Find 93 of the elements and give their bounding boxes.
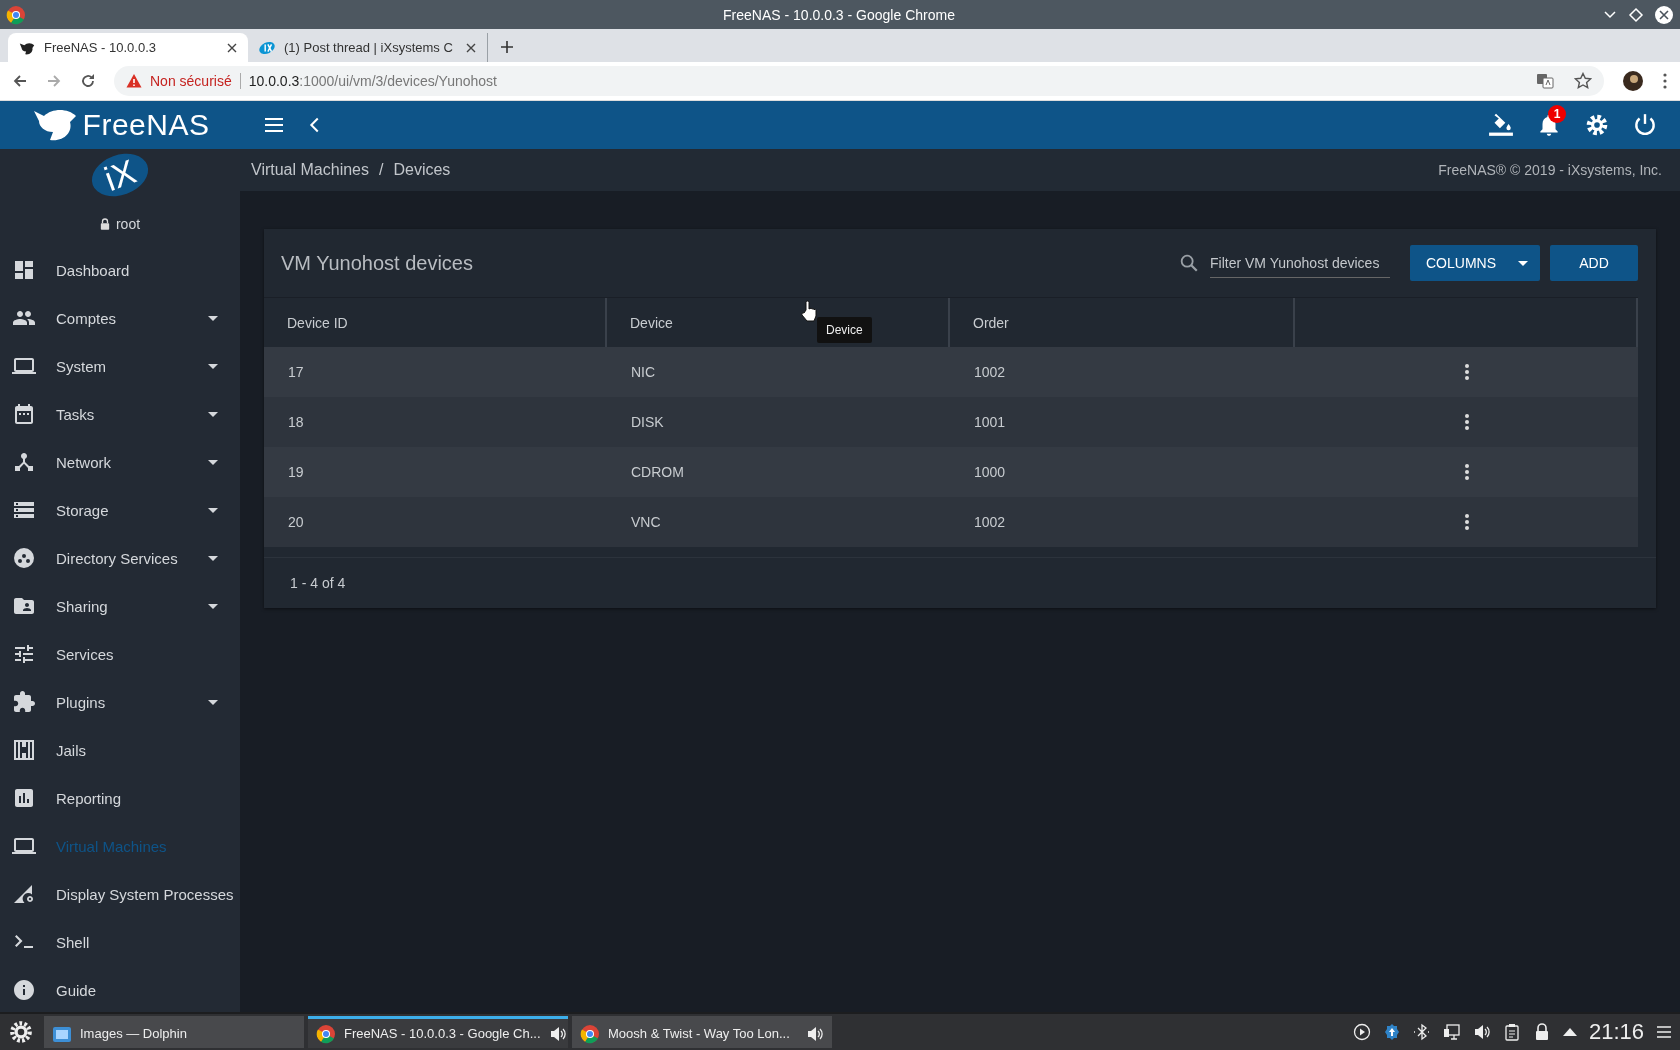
chrome-icon [580, 1023, 600, 1044]
sidebar-item[interactable]: Plugins [0, 678, 240, 726]
info-icon [12, 978, 36, 1002]
network-icon[interactable] [1442, 1023, 1461, 1041]
menu-icon[interactable] [1662, 72, 1668, 90]
taskbar-task[interactable]: Images — Dolphin [44, 1016, 304, 1048]
caret-icon [1518, 260, 1528, 266]
update-icon[interactable] [1382, 1023, 1401, 1041]
table-cell-text: 19 [287, 464, 305, 480]
breadcrumb-separator: / [379, 161, 384, 179]
sidebar-item[interactable]: Display System Processes [0, 870, 240, 918]
sliders-icon [12, 642, 36, 666]
table-cell-text: 1001 [973, 414, 1007, 430]
breadcrumb-link[interactable]: Virtual Machines [251, 161, 369, 179]
table-cell-text: 1002 [973, 514, 1007, 530]
table-cell-text: 17 [287, 364, 305, 380]
address-field[interactable]: Non sécurisé 10.0.0.3:1000/ui/vm/3/devices/Yunohost [114, 66, 1604, 96]
table-cell-text: NIC [630, 364, 657, 380]
table-cell-text: 18 [287, 414, 305, 430]
security-label: Non sécurisé [150, 73, 232, 89]
reload-icon[interactable] [80, 73, 96, 89]
filter-field[interactable]: Filter VM Yunohost devices [1210, 248, 1390, 278]
network-icon [12, 450, 36, 474]
avatar[interactable] [1622, 70, 1644, 92]
close-icon[interactable] [465, 41, 477, 54]
hand-cursor-icon [800, 300, 818, 322]
paint-bucket-icon[interactable] [1488, 112, 1514, 138]
power-icon[interactable] [1632, 112, 1658, 138]
sidebar-item[interactable]: Storage [0, 486, 240, 534]
close-icon[interactable] [1654, 4, 1674, 25]
sidebar-item[interactable]: Services [0, 630, 240, 678]
table-cell-text: VNC [630, 514, 662, 530]
translate-icon[interactable] [1536, 72, 1554, 90]
card-title: VM Yunohost devices [281, 251, 473, 275]
sidebar-item[interactable]: Shell [0, 918, 240, 966]
sidebar-item[interactable]: Comptes [0, 294, 240, 342]
sidebar-item[interactable]: Guide [0, 966, 240, 1014]
chrome-icon [316, 1023, 336, 1044]
app-logo-text: FreeNAS [82, 108, 210, 142]
lock-icon [99, 217, 110, 230]
notification-badge: 1 [1548, 105, 1566, 123]
maximize-icon[interactable] [1628, 6, 1644, 23]
sidebar-item[interactable]: Sharing [0, 582, 240, 630]
expand-tray-icon[interactable] [1562, 1028, 1577, 1036]
sidebar-item[interactable]: Tasks [0, 390, 240, 438]
table-cell-text: 1000 [973, 464, 1007, 480]
taskbar-task[interactable]: Moosh & Twist - Way Too Lon... [572, 1016, 832, 1048]
launcher-icon[interactable] [8, 1019, 34, 1045]
jail-icon [12, 738, 36, 762]
add-button[interactable]: ADD [1550, 245, 1638, 281]
menu-icon[interactable] [1656, 1025, 1672, 1039]
sidebar-item[interactable]: Network [0, 438, 240, 486]
back-icon[interactable] [12, 73, 28, 89]
table-cell-text: 20 [287, 514, 305, 530]
clipboard-icon[interactable] [1502, 1023, 1521, 1041]
bar-chart-icon [12, 786, 36, 810]
sidebar-item[interactable]: Directory Services [0, 534, 240, 582]
more-options-icon[interactable] [1463, 463, 1470, 481]
volume-icon[interactable] [1472, 1023, 1491, 1041]
sidebar-item[interactable]: Reporting [0, 774, 240, 822]
chrome-icon [6, 4, 26, 25]
sidebar-item[interactable]: System [0, 342, 240, 390]
tooltip: Device [817, 317, 872, 343]
more-options-icon[interactable] [1463, 363, 1470, 381]
search-icon [1178, 252, 1200, 274]
breadcrumb-link[interactable]: Devices [393, 161, 451, 179]
columns-button[interactable]: COLUMNS [1410, 245, 1540, 281]
username: root [115, 215, 141, 232]
url-text: 10.0.0.3:1000/ui/vm/3/devices/Yunohost [248, 73, 497, 89]
more-options-icon[interactable] [1463, 413, 1470, 431]
table-cell-text: DISK [630, 414, 665, 430]
puzzle-icon [12, 690, 36, 714]
table-cell-text: CDROM [630, 464, 685, 480]
clock: 21:16 [1588, 1019, 1644, 1045]
copyright-text: FreeNAS® © 2019 - iXsystems, Inc. [1438, 162, 1662, 178]
browser-tab[interactable]: FreeNAS - 10.0.0.3 [8, 33, 248, 62]
dashboard-icon [12, 258, 36, 282]
circles-icon [12, 546, 36, 570]
close-icon[interactable] [226, 41, 238, 54]
warning-icon [126, 73, 142, 89]
sidebar-item[interactable]: Jails [0, 726, 240, 774]
pagination-text: 1 - 4 of 4 [290, 575, 346, 591]
sidebar-item[interactable]: Dashboard [0, 246, 240, 294]
media-play-icon[interactable] [1352, 1023, 1371, 1041]
star-icon[interactable] [1574, 72, 1592, 90]
settings-icon[interactable] [1584, 112, 1610, 138]
new-tab-icon[interactable] [500, 40, 514, 54]
bluetooth-icon[interactable] [1412, 1023, 1431, 1041]
taskbar-task[interactable]: FreeNAS - 10.0.0.3 - Google Ch... [308, 1016, 568, 1048]
window-title: FreeNAS - 10.0.0.3 - Google Chrome [722, 6, 956, 23]
table-cell-text: 1002 [973, 364, 1007, 380]
more-options-icon[interactable] [1463, 513, 1470, 531]
calendar-icon [12, 402, 36, 426]
